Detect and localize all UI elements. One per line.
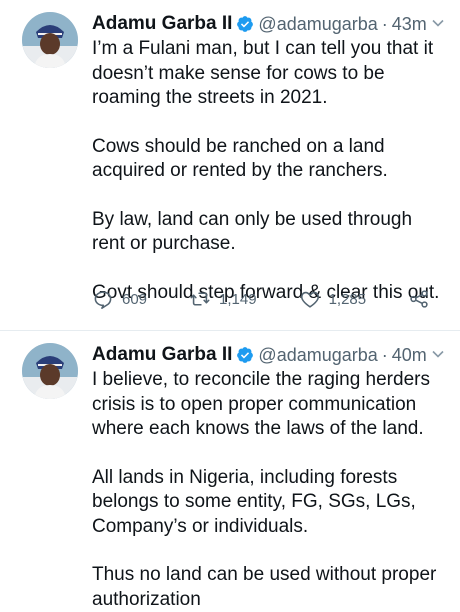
share-button[interactable] <box>408 288 430 310</box>
verified-badge-icon <box>236 346 254 364</box>
chevron-down-icon[interactable] <box>430 15 446 31</box>
like-button[interactable]: 1,285 <box>299 288 367 310</box>
tweet-text: I believe, to reconcile the raging herde… <box>92 368 448 612</box>
like-count: 1,285 <box>328 290 367 308</box>
avatar[interactable] <box>22 343 78 399</box>
tweet-actions: 609 1,149 1,285 <box>92 286 460 312</box>
tweet-text: I’m a Fulani man, but I can tell you tha… <box>92 37 448 305</box>
separator-dot: · <box>381 13 388 34</box>
retweet-button[interactable]: 1,149 <box>189 288 257 310</box>
retweet-icon <box>189 288 211 310</box>
tweet-2[interactable]: Adamu Garba II @adamugarba · 40m I belie… <box>0 331 460 610</box>
avatar[interactable] <box>22 12 78 68</box>
tweet-paragraph: By law, land can only be used through re… <box>92 208 413 255</box>
avatar-image <box>22 343 78 399</box>
tweet-header: Adamu Garba II @adamugarba · 40m <box>92 342 448 368</box>
tweet-paragraph: Cows should be ranched on a land acquire… <box>92 135 388 182</box>
chevron-down-icon[interactable] <box>430 346 446 362</box>
tweet-1[interactable]: Adamu Garba II @adamugarba · 43m I’m a F… <box>0 0 460 331</box>
author-handle[interactable]: @adamugarba <box>258 345 377 366</box>
reply-button[interactable]: 609 <box>92 288 147 310</box>
tweet-paragraph: I’m a Fulani man, but I can tell you tha… <box>92 38 434 108</box>
reply-icon <box>92 288 114 310</box>
avatar-image <box>22 12 78 68</box>
verified-badge-icon <box>236 15 254 33</box>
retweet-count: 1,149 <box>219 290 257 308</box>
author-name[interactable]: Adamu Garba II <box>92 13 232 35</box>
share-icon <box>408 288 430 310</box>
separator-dot: · <box>381 344 388 365</box>
timestamp[interactable]: 40m <box>392 345 427 366</box>
tweet-paragraph: I believe, to reconcile the raging herde… <box>92 369 430 439</box>
heart-icon <box>299 288 321 310</box>
tweet-paragraph: All lands in Nigeria, including forests … <box>92 466 416 537</box>
tweet-paragraph: Thus no land can be used without proper … <box>92 564 437 610</box>
author-handle[interactable]: @adamugarba <box>258 14 377 35</box>
author-name[interactable]: Adamu Garba II <box>92 344 232 366</box>
timestamp[interactable]: 43m <box>392 14 427 35</box>
tweet-header: Adamu Garba II @adamugarba · 43m <box>92 11 448 37</box>
reply-count: 609 <box>122 290 148 308</box>
